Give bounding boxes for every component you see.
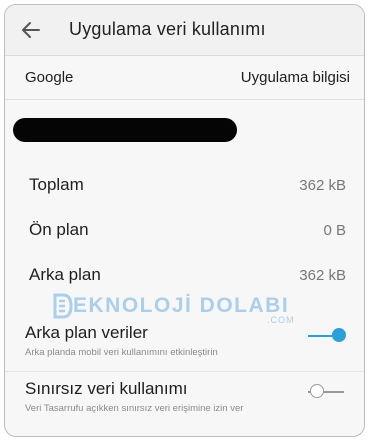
stat-value: 362 kB — [299, 267, 346, 284]
stat-label: Ön plan — [29, 220, 89, 239]
setting-title: Arka plan veriler — [25, 323, 148, 342]
stat-row-total: Toplam 362 kB — [5, 171, 364, 201]
background-data-toggle[interactable] — [308, 327, 348, 345]
phone-screen: Uygulama veri kullanımı Google Uygulama … — [4, 4, 365, 437]
setting-title: Sınırsız veri kullanımı — [25, 379, 188, 398]
stat-label: Toplam — [29, 175, 84, 194]
app-name: Google — [25, 69, 74, 86]
app-bar: Uygulama veri kullanımı — [5, 5, 364, 56]
setting-unrestricted-data[interactable]: Sınırsız veri kullanımı Veri Tasarrufu a… — [5, 379, 364, 429]
setting-background-data[interactable]: Arka plan veriler Arka planda mobil veri… — [5, 323, 364, 373]
logo-mark-icon — [53, 293, 73, 319]
setting-subtitle: Veri Tasarrufu açıkken sınırsız veri eri… — [25, 403, 244, 414]
stat-value: 0 B — [323, 222, 346, 239]
stat-value: 362 kB — [299, 177, 346, 194]
switch-knob — [332, 328, 346, 342]
unrestricted-data-toggle[interactable] — [308, 383, 348, 401]
setting-subtitle: Arka planda mobil veri kullanımını etkin… — [25, 347, 218, 358]
switch-knob — [310, 384, 324, 398]
arrow-left-icon[interactable] — [19, 18, 43, 42]
watermark-text: EKNOLOJİ DOLABI — [73, 294, 290, 317]
app-info-link[interactable]: Uygulama bilgisi — [241, 69, 350, 86]
redacted-block — [13, 118, 237, 142]
page-title: Uygulama veri kullanımı — [69, 19, 266, 39]
stat-label: Arka plan — [29, 265, 101, 284]
stat-row-background: Arka plan 362 kB — [5, 261, 364, 291]
divider — [5, 371, 364, 372]
app-header-row: Google Uygulama bilgisi — [5, 57, 364, 100]
stat-row-foreground: Ön plan 0 B — [5, 216, 364, 246]
